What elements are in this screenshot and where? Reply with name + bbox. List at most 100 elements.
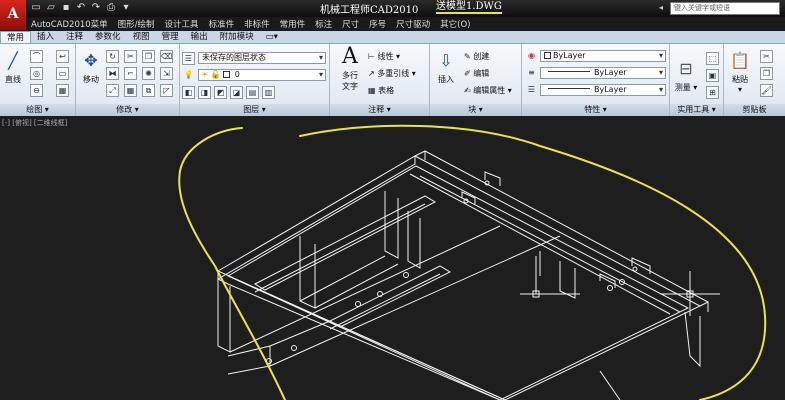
color-dropdown[interactable]: ByLayer xyxy=(540,50,666,62)
layer-state-dropdown[interactable]: 未保存的图层状态 xyxy=(198,52,326,64)
copy-clip-icon[interactable]: ❐ xyxy=(760,67,773,80)
menu-item[interactable]: 设计工具 xyxy=(160,18,204,30)
redo-icon[interactable]: ↷ xyxy=(90,2,102,14)
tab-home[interactable]: 常用 xyxy=(0,31,32,43)
menu-item[interactable]: 其它(O) xyxy=(435,18,475,30)
quick-select-icon[interactable]: ⬚ xyxy=(706,52,719,65)
tab-annotate[interactable]: 注释 xyxy=(60,31,89,43)
panel-utilities-label[interactable]: 实用工具 ▾ xyxy=(670,104,723,116)
measure-button[interactable]: ⊟ 测量 ▾ xyxy=(674,58,698,93)
panel-properties-label[interactable]: 特性 ▾ xyxy=(522,104,669,116)
linetype-dropdown[interactable]: ByLayer xyxy=(540,67,666,79)
menu-item[interactable]: 图形/绘制 xyxy=(113,18,160,30)
menu-item[interactable]: 非标件 xyxy=(239,18,275,30)
select-all-icon[interactable]: ▣ xyxy=(706,69,719,82)
search-expand-icon[interactable]: ◂ xyxy=(659,3,663,12)
panel-layers-label[interactable]: 图层 ▾ xyxy=(180,104,329,116)
drawing-canvas[interactable]: [-] [俯视] [二维线框] xyxy=(0,116,785,400)
fillet-icon[interactable]: ⌐ xyxy=(124,67,137,80)
ellipse-icon[interactable]: ⊖ xyxy=(30,84,43,97)
sun-icon: ☀ xyxy=(201,70,209,79)
panel-modify-label[interactable]: 修改 ▾ xyxy=(76,104,179,116)
match-properties-icon[interactable]: 🖌 xyxy=(760,84,773,97)
copy-icon[interactable]: ❐ xyxy=(142,50,155,63)
layer-tool-icon-2[interactable]: ◨ xyxy=(198,86,211,99)
cut-icon[interactable]: ✂ xyxy=(760,50,773,63)
move-button[interactable]: ✥ 移动 xyxy=(78,50,104,85)
tab-manage[interactable]: 管理 xyxy=(156,31,185,43)
erase-icon[interactable]: ⌫ xyxy=(160,50,173,63)
scale-icon[interactable]: ⤢ xyxy=(106,84,119,97)
layer-tool-icon-5[interactable]: ▤ xyxy=(246,86,259,99)
linetype-icon[interactable]: ≡ xyxy=(525,67,538,80)
frame-wireframe xyxy=(216,150,710,400)
menu-item[interactable]: 尺寸 xyxy=(337,18,364,30)
save-icon[interactable]: ▪ xyxy=(60,2,72,14)
current-layer-name: 0 xyxy=(234,70,240,79)
current-layer-dropdown[interactable]: ☀ 🔓 0 xyxy=(198,69,326,81)
tab-output[interactable]: 输出 xyxy=(185,31,214,43)
rotate-icon[interactable]: ↻ xyxy=(106,50,119,63)
panel-annotation-label[interactable]: 注释 ▾ xyxy=(330,104,429,116)
panel-properties: ◉ ByLayer ≡ ByLayer ☰ ByLayer 特性 ▾ xyxy=(522,44,670,116)
stretch-icon[interactable]: ⇲ xyxy=(160,67,173,80)
menu-item[interactable]: 常用件 xyxy=(275,18,311,30)
circle-icon[interactable]: ◎ xyxy=(30,67,43,80)
insert-block-button[interactable]: ⇩ 插入 xyxy=(433,50,459,85)
panel-draw-label[interactable]: 绘图 ▾ xyxy=(0,104,75,116)
tab-insert[interactable]: 插入 xyxy=(31,31,60,43)
lineweight-icon[interactable]: ☰ xyxy=(525,84,538,97)
application-menu-button[interactable]: A xyxy=(0,0,26,30)
multileader-button[interactable]: ↗ 多重引线 ▾ xyxy=(368,68,416,79)
menu-bar: AutoCAD2010菜单 图形/绘制 设计工具 标准件 非标件 常用件 标注 … xyxy=(26,17,785,31)
linear-dim-button[interactable]: ⊢ 线性 ▾ xyxy=(368,51,400,62)
mirror-icon[interactable]: ⧓ xyxy=(106,67,119,80)
table-button[interactable]: ▦ 表格 xyxy=(368,85,394,96)
tab-view[interactable]: 视图 xyxy=(127,31,156,43)
polyline-icon[interactable]: ⌒ xyxy=(30,50,43,63)
search-input[interactable]: 键入关键字或短语 xyxy=(670,2,780,15)
tab-addins[interactable]: 附加模块 xyxy=(214,31,260,43)
layer-on-icon[interactable]: 💡 xyxy=(182,69,195,82)
qat-dropdown-icon[interactable]: ▾ xyxy=(120,2,132,14)
open-file-icon[interactable]: ▱ xyxy=(45,2,57,14)
panel-clipboard: 📋 粘贴 ▾ ✂ ❐ 🖌 剪贴板 xyxy=(724,44,785,116)
lineweight-dropdown[interactable]: ByLayer xyxy=(540,84,666,96)
trim-icon[interactable]: ✂ xyxy=(124,50,137,63)
create-block-button[interactable]: ✎ 创建 xyxy=(464,51,489,62)
explode-icon[interactable]: ✺ xyxy=(142,67,155,80)
menu-item[interactable]: AutoCAD2010菜单 xyxy=(26,18,113,30)
paste-icon: 📋 xyxy=(730,51,750,70)
layer-tool-icon-3[interactable]: ◩ xyxy=(214,86,227,99)
ribbon-minimize-icon[interactable]: ▭▾ xyxy=(260,31,284,43)
layer-tool-icon-1[interactable]: ◧ xyxy=(182,86,195,99)
chamfer-icon[interactable]: ◸ xyxy=(160,84,173,97)
panel-clipboard-label[interactable]: 剪贴板 xyxy=(724,104,785,116)
menu-item[interactable]: 标准件 xyxy=(204,18,240,30)
edit-block-button[interactable]: ✐ 编辑 xyxy=(464,68,489,79)
layer-tool-icon-6[interactable]: ▥ xyxy=(262,86,275,99)
print-icon[interactable]: ⎙ xyxy=(105,2,117,14)
line-button[interactable]: ╱ 直线 xyxy=(1,50,25,85)
menu-item[interactable]: 标注 xyxy=(310,18,337,30)
arc-icon[interactable]: ↩ xyxy=(56,50,69,63)
move-icon: ✥ xyxy=(84,51,98,70)
new-file-icon[interactable]: ▭ xyxy=(30,2,42,14)
calculator-icon[interactable]: ⊞ xyxy=(706,86,719,99)
array-icon[interactable]: ▦ xyxy=(124,84,137,97)
offset-icon[interactable]: ⧉ xyxy=(142,84,155,97)
layer-properties-icon[interactable]: ☰ xyxy=(182,52,195,65)
rectangle-icon[interactable]: ▭ xyxy=(56,67,69,80)
edit-attribute-button[interactable]: ✍ 编辑属性 ▾ xyxy=(464,85,512,96)
panel-block-label[interactable]: 块 ▾ xyxy=(430,104,521,116)
menu-item[interactable]: 序号 xyxy=(364,18,391,30)
mtext-button[interactable]: A 多行 文字 xyxy=(338,46,362,92)
move-button-label: 移动 xyxy=(83,75,99,84)
layer-tool-icon-4[interactable]: ◪ xyxy=(230,86,243,99)
menu-item[interactable]: 尺寸驱动 xyxy=(391,18,435,30)
paste-button[interactable]: 📋 粘贴 ▾ xyxy=(727,50,753,94)
hatch-icon[interactable]: ▦ xyxy=(56,84,69,97)
undo-icon[interactable]: ↶ xyxy=(75,2,87,14)
color-wheel-icon[interactable]: ◉ xyxy=(525,50,538,63)
tab-parametric[interactable]: 参数化 xyxy=(89,31,127,43)
